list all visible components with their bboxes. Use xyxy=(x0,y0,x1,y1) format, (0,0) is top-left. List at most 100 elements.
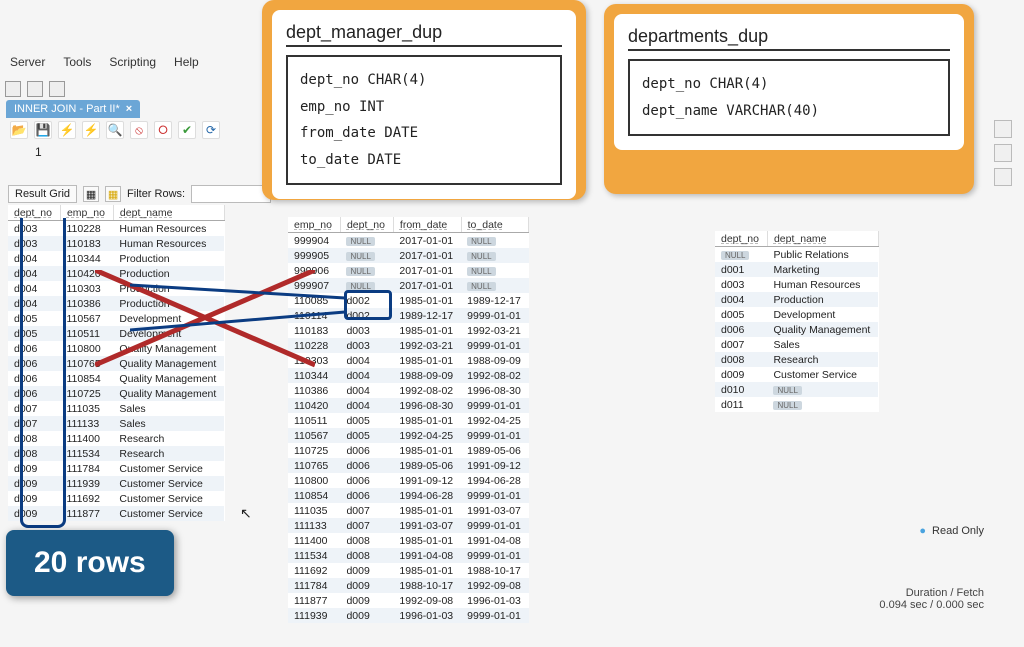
cell: d007 xyxy=(340,503,393,518)
menubar: Server Tools Scripting Help xyxy=(10,55,199,69)
table-row[interactable]: 111939d0091996-01-039999-01-01 xyxy=(288,608,529,623)
execute-current-icon[interactable]: ⚡ xyxy=(82,121,100,139)
cell: 1994-06-28 xyxy=(393,488,461,503)
cell: d009 xyxy=(340,578,393,593)
col-header[interactable]: dept_name xyxy=(767,231,878,247)
editor-tab[interactable]: INNER JOIN - Part II* × xyxy=(6,100,140,118)
col-header[interactable]: dept_no xyxy=(715,231,767,247)
table-row[interactable]: 110228d0031992-03-219999-01-01 xyxy=(288,338,529,353)
table-row[interactable]: 110085d0021985-01-011989-12-17 xyxy=(288,293,529,308)
table-row[interactable]: 111400d0081985-01-011991-04-08 xyxy=(288,533,529,548)
panel-icon[interactable] xyxy=(994,168,1012,186)
cell: NULL xyxy=(767,382,878,397)
cell: 9999-01-01 xyxy=(461,488,529,503)
table-row[interactable]: 999905NULL2017-01-01NULL xyxy=(288,248,529,263)
cell: 110386 xyxy=(60,296,113,311)
table-row[interactable]: 110567d0051992-04-259999-01-01 xyxy=(288,428,529,443)
table-row[interactable]: 999904NULL2017-01-01NULL xyxy=(288,233,529,249)
table-row[interactable]: d003Human Resources xyxy=(715,277,878,292)
table-row[interactable]: d011NULL xyxy=(715,397,878,412)
table-row[interactable]: 110420d0041996-08-309999-01-01 xyxy=(288,398,529,413)
cell: d008 xyxy=(340,533,393,548)
table-row[interactable]: 111133d0071991-03-079999-01-01 xyxy=(288,518,529,533)
table-row[interactable]: 999906NULL2017-01-01NULL xyxy=(288,263,529,278)
cell: NULL xyxy=(340,248,393,263)
save-icon[interactable]: 💾 xyxy=(34,121,52,139)
table-row[interactable]: d008Research xyxy=(715,352,878,367)
cell: Customer Service xyxy=(113,506,224,521)
table-row[interactable]: 111692d0091985-01-011988-10-17 xyxy=(288,563,529,578)
table-row[interactable]: d007Sales xyxy=(715,337,878,352)
footer-stats: Duration / Fetch 0.094 sec / 0.000 sec xyxy=(879,587,984,611)
cell: NULL xyxy=(461,278,529,293)
col-header[interactable]: emp_no xyxy=(60,205,113,221)
cell: 110511 xyxy=(288,413,340,428)
table-row[interactable]: 110303d0041985-01-011988-09-09 xyxy=(288,353,529,368)
manager-table[interactable]: emp_nodept_nofrom_dateto_date999904NULL2… xyxy=(288,217,529,623)
cell: 9999-01-01 xyxy=(461,308,529,323)
col-header[interactable]: from_date xyxy=(393,217,461,233)
stop-icon[interactable]: ⦸ xyxy=(130,121,148,139)
table-row[interactable]: 110386d0041992-08-021996-08-30 xyxy=(288,383,529,398)
execute-icon[interactable]: ⚡ xyxy=(58,121,76,139)
table-row[interactable]: 110511d0051985-01-011992-04-25 xyxy=(288,413,529,428)
cell: 111692 xyxy=(288,563,340,578)
explain-plan-icon[interactable]: 🔍 xyxy=(106,121,124,139)
cell: Development xyxy=(113,311,224,326)
menu-scripting[interactable]: Scripting xyxy=(109,55,156,69)
refresh-icon[interactable]: ⟳ xyxy=(202,121,220,139)
table-row[interactable]: d001Marketing xyxy=(715,262,878,277)
cell: 111534 xyxy=(60,446,113,461)
departments-table[interactable]: dept_nodept_nameNULLPublic Relationsd001… xyxy=(715,231,879,412)
table-row[interactable]: d006Quality Management xyxy=(715,322,878,337)
table-row[interactable]: 110854d0061994-06-289999-01-01 xyxy=(288,488,529,503)
col-header[interactable]: to_date xyxy=(461,217,529,233)
menu-server[interactable]: Server xyxy=(10,55,45,69)
col-header[interactable]: dept_no xyxy=(340,217,393,233)
table-row[interactable]: 111784d0091988-10-171992-09-08 xyxy=(288,578,529,593)
table-row[interactable]: 110114d0021989-12-179999-01-01 xyxy=(288,308,529,323)
panel-icon[interactable] xyxy=(994,120,1012,138)
close-tab-icon[interactable]: × xyxy=(126,103,132,115)
row-indicator: 1 xyxy=(35,145,42,159)
filter-rows-input[interactable] xyxy=(191,185,271,203)
panel-toggle-icon[interactable] xyxy=(27,81,43,97)
table-row[interactable]: d010NULL xyxy=(715,382,878,397)
table-row[interactable]: d005Development xyxy=(715,307,878,322)
panel-toggle-icon[interactable] xyxy=(49,81,65,97)
cell: 110420 xyxy=(60,266,113,281)
cell: 110567 xyxy=(288,428,340,443)
result-grid-icon[interactable]: ▦ xyxy=(83,186,99,202)
table-row[interactable]: 999907NULL2017-01-01NULL xyxy=(288,278,529,293)
col-header[interactable]: dept_name xyxy=(113,205,224,221)
table-row[interactable]: 110344d0041988-09-091992-08-02 xyxy=(288,368,529,383)
cell: d006 xyxy=(340,473,393,488)
cell: 999904 xyxy=(288,233,340,249)
table-row[interactable]: NULLPublic Relations xyxy=(715,247,878,263)
cell: 110085 xyxy=(288,293,340,308)
panel-icon[interactable] xyxy=(994,144,1012,162)
cell: Quality Management xyxy=(113,356,224,371)
table-row[interactable]: 111534d0081991-04-089999-01-01 xyxy=(288,548,529,563)
table-row[interactable]: 110725d0061985-01-011989-05-06 xyxy=(288,443,529,458)
open-file-icon[interactable]: 📂 xyxy=(10,121,28,139)
manager-table-wrap: emp_nodept_nofrom_dateto_date999904NULL2… xyxy=(288,217,568,623)
table-row[interactable]: 110800d0061991-09-121994-06-28 xyxy=(288,473,529,488)
table-row[interactable]: 110765d0061989-05-061991-09-12 xyxy=(288,458,529,473)
cell: Human Resources xyxy=(767,277,878,292)
panel-toggle-icon[interactable] xyxy=(5,81,21,97)
cell: 110765 xyxy=(60,356,113,371)
cell: 111784 xyxy=(288,578,340,593)
table-row[interactable]: 111877d0091992-09-081996-01-03 xyxy=(288,593,529,608)
limit-icon[interactable]: ⭘ xyxy=(154,121,172,139)
col-header[interactable]: emp_no xyxy=(288,217,340,233)
menu-tools[interactable]: Tools xyxy=(63,55,91,69)
commit-icon[interactable]: ✔ xyxy=(178,121,196,139)
table-row[interactable]: 110183d0031985-01-011992-03-21 xyxy=(288,323,529,338)
table-row[interactable]: d004Production xyxy=(715,292,878,307)
table-row[interactable]: d009Customer Service xyxy=(715,367,878,382)
table-row[interactable]: 111035d0071985-01-011991-03-07 xyxy=(288,503,529,518)
menu-help[interactable]: Help xyxy=(174,55,199,69)
cell: 110800 xyxy=(60,341,113,356)
filter-icon[interactable]: ▦ xyxy=(105,186,121,202)
